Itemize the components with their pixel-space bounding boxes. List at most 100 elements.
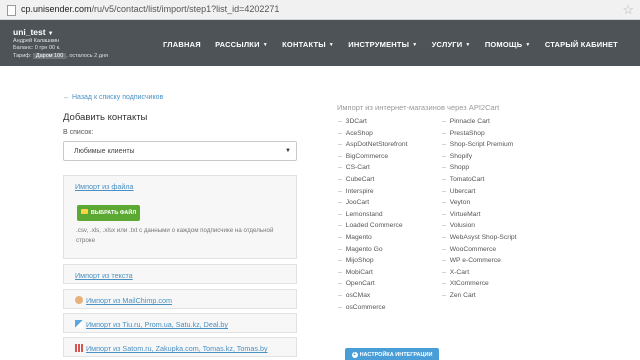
choose-file-button[interactable]: ВЫБРАТЬ ФАЙЛ — [77, 205, 140, 221]
cart-item[interactable]: – OpenCart — [338, 280, 407, 292]
file-format-hint: .csv, .xls, .xlsx или .txt с данными о к… — [76, 227, 274, 244]
cart-item-label: JooCart — [345, 199, 370, 207]
main-menu: ГЛАВНАЯ РАССЫЛКИ ▼ КОНТАКТЫ ▼ ИНСТРУМЕНТЫ ▼… — [163, 40, 630, 52]
nav-item-label: КОНТАКТЫ — [282, 40, 326, 49]
cart-item-label: Interspire — [345, 187, 374, 195]
cart-item[interactable]: – WooCommerce — [442, 246, 517, 258]
url-host: cp.unisender.com — [21, 4, 92, 14]
cart-item[interactable]: – X-Cart — [442, 269, 517, 281]
browser-address-bar[interactable]: cp.unisender.com/ru/v5/contact/list/impo… — [0, 0, 640, 20]
cart-item[interactable]: – osCommerce — [338, 304, 407, 316]
url-path: /ru/v5/contact/list/import/step1?list_id… — [91, 4, 280, 14]
cart-item[interactable]: – Magento Go — [338, 246, 407, 258]
cart-item[interactable]: – Shopp — [442, 164, 517, 176]
cart-item[interactable]: – AspDotNetStorefront — [338, 141, 407, 153]
cart-item-label: AceShop — [345, 129, 373, 137]
cart-item[interactable]: – osCMax — [338, 292, 407, 304]
cart-item[interactable]: – Loaded Commerce — [338, 222, 407, 234]
import-tiu-label: Импорт из Tiu.ru, Prom.ua, Satu.kz, Deal… — [86, 320, 229, 329]
cart-item[interactable]: – JooCart — [338, 199, 407, 211]
cart-item-label: WP e-Commerce — [449, 257, 501, 265]
cart-item[interactable]: – MobiCart — [338, 269, 407, 281]
cart-item-label: Lemonstand — [345, 210, 383, 218]
cart-item[interactable]: – Zen Cart — [442, 292, 517, 304]
cart-item[interactable]: – PrestaShop — [442, 130, 517, 142]
account-balance: Баланс: 0 грн 00 к. — [13, 45, 61, 51]
cart-item-label: OpenCart — [345, 280, 375, 288]
import-file-tab[interactable]: Импорт из файла — [75, 182, 134, 191]
tariff-label: Тариф: — [13, 53, 32, 59]
tariff-plan-link[interactable]: Даром 100 — [32, 53, 67, 59]
cart-item[interactable]: – MijoShop — [338, 257, 407, 269]
dropdown-arrow-icon: ▼ — [285, 148, 291, 154]
cart-item[interactable]: – TomatoCart — [442, 176, 517, 188]
cart-item[interactable]: – WebAsyst Shop-Script — [442, 234, 517, 246]
cart-item[interactable]: – WP e-Commerce — [442, 257, 517, 269]
nav-item-label: ИНСТРУМЕНТЫ — [348, 40, 410, 49]
import-tiu-tab[interactable]: Импорт из Tiu.ru, Prom.ua, Satu.kz, Deal… — [75, 320, 228, 329]
cart-item-label: Pinnacle Cart — [449, 118, 490, 125]
cart-item-label: CubeCart — [345, 175, 375, 183]
cart-item[interactable]: – Lemonstand — [338, 211, 407, 223]
cart-item[interactable]: – VirtueMart — [442, 211, 517, 223]
cart-item-label: Magento — [345, 233, 372, 241]
setup-integration-button[interactable]: + НАСТРОЙКА ИНТЕГРАЦИИ — [345, 348, 439, 360]
cart-item[interactable]: – XtCommerce — [442, 280, 517, 292]
account-tariff: Тариф: Даром 100, осталось 2 дня — [13, 53, 108, 59]
account-menu[interactable]: uni_test ▼ — [13, 27, 108, 37]
url-field[interactable]: cp.unisender.com/ru/v5/contact/list/impo… — [21, 4, 279, 14]
cart-item[interactable]: – CubeCart — [338, 176, 407, 188]
cart-item[interactable]: – Interspire — [338, 188, 407, 200]
cart-item-label: Shop-Script Premium — [449, 141, 514, 149]
nav-item-services[interactable]: УСЛУГИ ▼ — [432, 40, 471, 49]
chevron-down-icon: ▼ — [328, 42, 334, 48]
import-text-tab[interactable]: Импорт из текста — [75, 271, 133, 280]
import-mailchimp-tab[interactable]: Импорт из MailChimp.com — [75, 296, 172, 305]
cart-item-label: osCommerce — [345, 303, 386, 311]
cart-item[interactable]: – BigCommerce — [338, 153, 407, 165]
cart-item-label: Magento Go — [345, 245, 383, 253]
nav-item-contacts[interactable]: КОНТАКТЫ ▼ — [282, 40, 334, 49]
cart-item[interactable]: – Ubercart — [442, 188, 517, 200]
carts-list-col2: – Pinnacle Cart – PrestaShop – Shop-Script … — [442, 118, 517, 304]
cart-item[interactable]: – Veyton — [442, 199, 517, 211]
cart-item-label: MijoShop — [345, 257, 374, 265]
list-select[interactable]: Любимые клиенты ▼ — [63, 141, 297, 161]
nav-item-home[interactable]: ГЛАВНАЯ — [163, 40, 201, 49]
folder-icon — [80, 209, 88, 214]
chevron-down-icon: ▼ — [412, 42, 418, 48]
import-tiu-panel[interactable]: Импорт из Tiu.ru, Prom.ua, Satu.kz, Deal… — [63, 313, 297, 333]
import-mailchimp-panel[interactable]: Импорт из MailChimp.com — [63, 289, 297, 309]
mailchimp-icon — [75, 296, 83, 304]
cart-item[interactable]: – Pinnacle Cart — [442, 118, 517, 130]
cart-item[interactable]: – Shop-Script Premium — [442, 141, 517, 153]
cart-item[interactable]: – Volusion — [442, 222, 517, 234]
chevron-down-icon: ▼ — [465, 42, 471, 48]
import-text-panel[interactable]: Импорт из текста — [63, 264, 297, 284]
cart-item[interactable]: –3DCart — [338, 118, 407, 130]
nav-item-tools[interactable]: ИНСТРУМЕНТЫ ▼ — [348, 40, 417, 49]
nav-item-label: СТАРЫЙ КАБИНЕТ — [544, 40, 618, 49]
cart-item-label: WooCommerce — [449, 245, 497, 253]
import-satom-tab[interactable]: Импорт из Satom.ru, Zakupka.com, Tomas.k… — [75, 344, 268, 353]
cart-item-label: MobiCart — [345, 268, 373, 276]
nav-item-label: ПОМОЩЬ — [484, 40, 523, 49]
cart-item[interactable]: – CS-Cart — [338, 164, 407, 176]
cart-item-label: Shopp — [449, 164, 470, 172]
import-satom-panel[interactable]: Импорт из Satom.ru, Zakupka.com, Tomas.k… — [63, 337, 297, 357]
nav-item-help[interactable]: ПОМОЩЬ ▼ — [485, 40, 531, 49]
cart-item-label: X-Cart — [449, 268, 470, 276]
cart-item-label: Shopify — [449, 152, 473, 160]
back-to-subscribers-link[interactable]: ← Назад к списку подписчиков — [63, 94, 163, 101]
username: uni_test — [13, 27, 46, 37]
nav-item-old-cabinet[interactable]: СТАРЫЙ КАБИНЕТ — [545, 40, 618, 49]
cart-item-label: XtCommerce — [449, 280, 489, 288]
cart-item[interactable]: – AceShop — [338, 130, 407, 142]
bookmark-star-icon[interactable]: ☆ — [622, 2, 634, 18]
cart-item[interactable]: – Magento — [338, 234, 407, 246]
import-satom-label: Импорт из Satom.ru, Zakupka.com, Tomas.k… — [86, 344, 268, 353]
cart-item[interactable]: – Shopify — [442, 153, 517, 165]
nav-item-mailings[interactable]: РАССЫЛКИ ▼ — [215, 40, 268, 49]
cart-item-label: Veyton — [449, 199, 471, 207]
import-file-panel: Импорт из файла ВЫБРАТЬ ФАЙЛ .csv, .xls,… — [63, 175, 297, 259]
